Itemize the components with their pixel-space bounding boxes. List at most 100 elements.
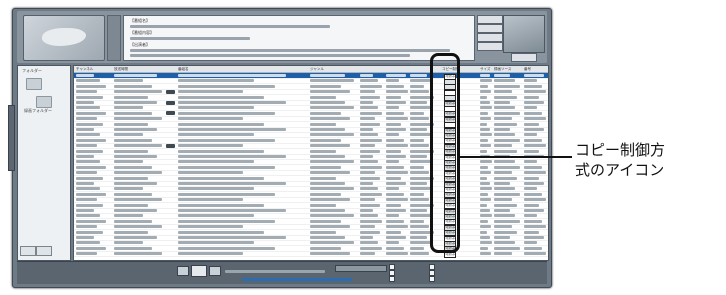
table-cell: [386, 117, 408, 121]
table-cell: [360, 95, 380, 99]
side-tab-strip[interactable]: [8, 105, 15, 171]
table-cell: [524, 106, 538, 110]
table-cell: [386, 149, 402, 153]
table-cell: [310, 165, 341, 169]
column-header-genre[interactable]: ジャンル: [310, 67, 324, 72]
table-cell: [494, 252, 513, 256]
column-header-title[interactable]: 番組名: [178, 67, 189, 72]
table-cell: [178, 144, 243, 148]
folder-icon[interactable]: [36, 96, 52, 108]
table-cell: [178, 165, 276, 169]
prev-button[interactable]: [177, 266, 189, 276]
table-cell: [524, 241, 538, 245]
table-cell: [178, 214, 254, 218]
header-button-4[interactable]: [477, 42, 503, 51]
table-cell: [410, 133, 432, 137]
table-cell: [360, 138, 382, 142]
thumbnail-image-icon: [42, 28, 86, 46]
recorded-programs-table: チャンネル 放送時間 番組名 ジャンル コピー制御 サイズ 録画ソース 番号 1…: [73, 65, 549, 261]
header-button-1[interactable]: [477, 15, 503, 24]
table-cell: [76, 90, 97, 94]
header-button-3[interactable]: [477, 33, 503, 42]
table-cell: [114, 182, 158, 185]
table-cell: [386, 241, 400, 245]
column-header-number[interactable]: 番号: [524, 67, 531, 72]
volume-slider[interactable]: [335, 265, 387, 272]
table-cell: [76, 176, 103, 180]
table-cell: [310, 176, 337, 180]
table-cell: [76, 101, 94, 104]
seek-bar[interactable]: [242, 278, 352, 281]
sidebar-tab-2[interactable]: [36, 246, 52, 256]
table-cell: [480, 90, 491, 94]
table-cell: [114, 95, 148, 99]
column-header-channel[interactable]: チャンネル: [76, 67, 93, 72]
table-cell: [410, 165, 425, 169]
table-cell: [76, 236, 94, 239]
table-cell: [480, 246, 489, 250]
table-cell: [178, 176, 265, 180]
table-cell: [114, 165, 153, 169]
column-header-time[interactable]: 放送時間: [114, 67, 128, 72]
table-cell: [178, 111, 276, 115]
table-cell: [360, 230, 380, 234]
table-cell: [480, 230, 488, 234]
table-cell: [410, 101, 427, 104]
table-cell: [310, 241, 354, 245]
table-cell: [410, 79, 432, 83]
table-cell: [386, 74, 406, 77]
table-cell: [386, 95, 402, 99]
table-cell: [114, 101, 158, 104]
table-cell: [310, 155, 346, 158]
play-button[interactable]: [191, 265, 207, 277]
table-cell: [386, 230, 402, 234]
table-cell: [480, 144, 491, 148]
table-cell: [524, 133, 538, 137]
table-cell: [76, 192, 106, 196]
footer-checkbox-3[interactable]: [389, 276, 395, 282]
table-cell: [360, 192, 382, 196]
table-cell: [480, 106, 492, 110]
table-cell: [480, 176, 488, 180]
table-cell: [524, 171, 546, 175]
table-cell: [410, 74, 427, 77]
table-cell: [524, 252, 546, 256]
table-cell: [494, 111, 520, 115]
table-cell: [386, 144, 408, 148]
program-thumbnail[interactable]: [23, 15, 105, 61]
table-cell: [480, 95, 488, 99]
sidebar-tab-1[interactable]: [20, 246, 36, 256]
table-cell: [494, 182, 510, 185]
column-header-size[interactable]: サイズ: [480, 67, 490, 72]
table-cell: [524, 95, 540, 99]
table-cell: [360, 182, 374, 185]
table-cell: [310, 84, 341, 88]
table-cell: [76, 230, 103, 234]
table-cell: [310, 79, 354, 83]
table-cell: [386, 182, 406, 185]
table-cell: [480, 101, 490, 104]
table-row[interactable]: 1回のみ: [74, 251, 548, 258]
table-cell: [178, 160, 254, 164]
column-header-source[interactable]: 録画ソース: [494, 67, 511, 72]
program-details-panel: 【番組名】 【番組内容】 【出演者】: [123, 15, 475, 61]
table-cell: [310, 209, 346, 212]
table-cell: [114, 133, 143, 137]
folder-icon[interactable]: [26, 78, 42, 90]
playback-speed-slider[interactable]: [225, 270, 325, 273]
header-button-5[interactable]: [511, 53, 537, 62]
table-cell: [178, 155, 286, 158]
table-cell: [178, 128, 286, 131]
footer-toggle-3[interactable]: [429, 276, 435, 282]
header-button-2[interactable]: [477, 24, 503, 33]
sidebar-item-recording-folder[interactable]: 録画フォルダー: [24, 108, 52, 114]
table-cell: [310, 117, 350, 121]
table-cell: [76, 106, 100, 110]
table-cell: [114, 111, 153, 115]
table-cell: [310, 214, 354, 218]
next-button[interactable]: [209, 266, 221, 276]
table-cell: [114, 236, 158, 239]
table-cell: [480, 198, 491, 202]
table-cell: [524, 111, 542, 115]
table-cell: [480, 79, 492, 83]
